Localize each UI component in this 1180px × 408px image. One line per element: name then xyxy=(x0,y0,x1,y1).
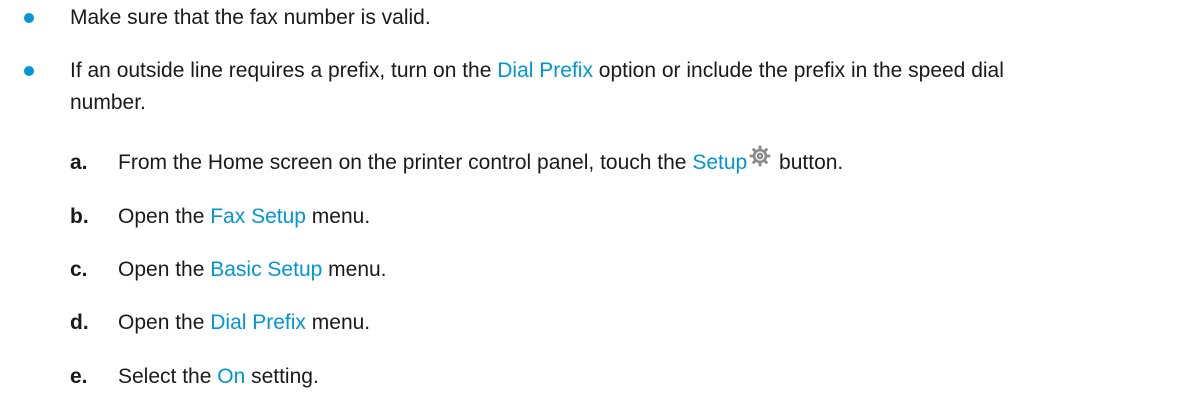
bullet-text-after: option or include the prefix in the spee… xyxy=(592,59,1004,82)
step-text-before: From the Home screen on the printer cont… xyxy=(118,151,693,174)
step-text-before: Select the xyxy=(118,365,218,388)
dial-prefix-link[interactable]: Dial Prefix xyxy=(497,59,593,82)
step-text-after: button. xyxy=(773,151,844,174)
step-text: Select the On setting. xyxy=(118,361,319,393)
step-text-after: setting. xyxy=(245,365,319,388)
bullet-dot xyxy=(24,66,34,76)
step-text-before: Open the xyxy=(118,205,211,228)
step-text: Open the Fax Setup menu. xyxy=(118,201,370,233)
dial-prefix-link[interactable]: Dial Prefix xyxy=(210,311,306,334)
step-text-after: menu. xyxy=(305,205,371,228)
bullet-text: Make sure that the fax number is valid. xyxy=(70,6,431,29)
bullet-text: If an outside line requires a prefix, tu… xyxy=(70,55,1150,119)
setup-link[interactable]: Setup xyxy=(692,151,747,174)
bullet-text-line2: number. xyxy=(70,91,146,114)
step-text-after: menu. xyxy=(305,311,371,334)
basic-setup-link[interactable]: Basic Setup xyxy=(210,258,322,281)
step-letter: b. xyxy=(70,205,89,228)
bullet-text-before: If an outside line requires a prefix, tu… xyxy=(70,59,498,82)
step-letter: a. xyxy=(70,151,88,174)
on-setting-link[interactable]: On xyxy=(217,365,245,388)
step-text: Open the Basic Setup menu. xyxy=(118,254,387,286)
step-text-after: menu. xyxy=(322,258,387,281)
step-text: From the Home screen on the printer cont… xyxy=(118,145,844,179)
step-letter: d. xyxy=(70,311,89,334)
step-letter: e. xyxy=(70,365,88,388)
bullet-dot xyxy=(24,13,34,23)
step-text-before: Open the xyxy=(118,258,211,281)
step-text-before: Open the xyxy=(118,311,211,334)
fax-setup-link[interactable]: Fax Setup xyxy=(210,205,306,228)
step-text: Open the Dial Prefix menu. xyxy=(118,307,370,339)
step-letter: c. xyxy=(70,258,88,281)
gear-icon xyxy=(749,145,771,177)
